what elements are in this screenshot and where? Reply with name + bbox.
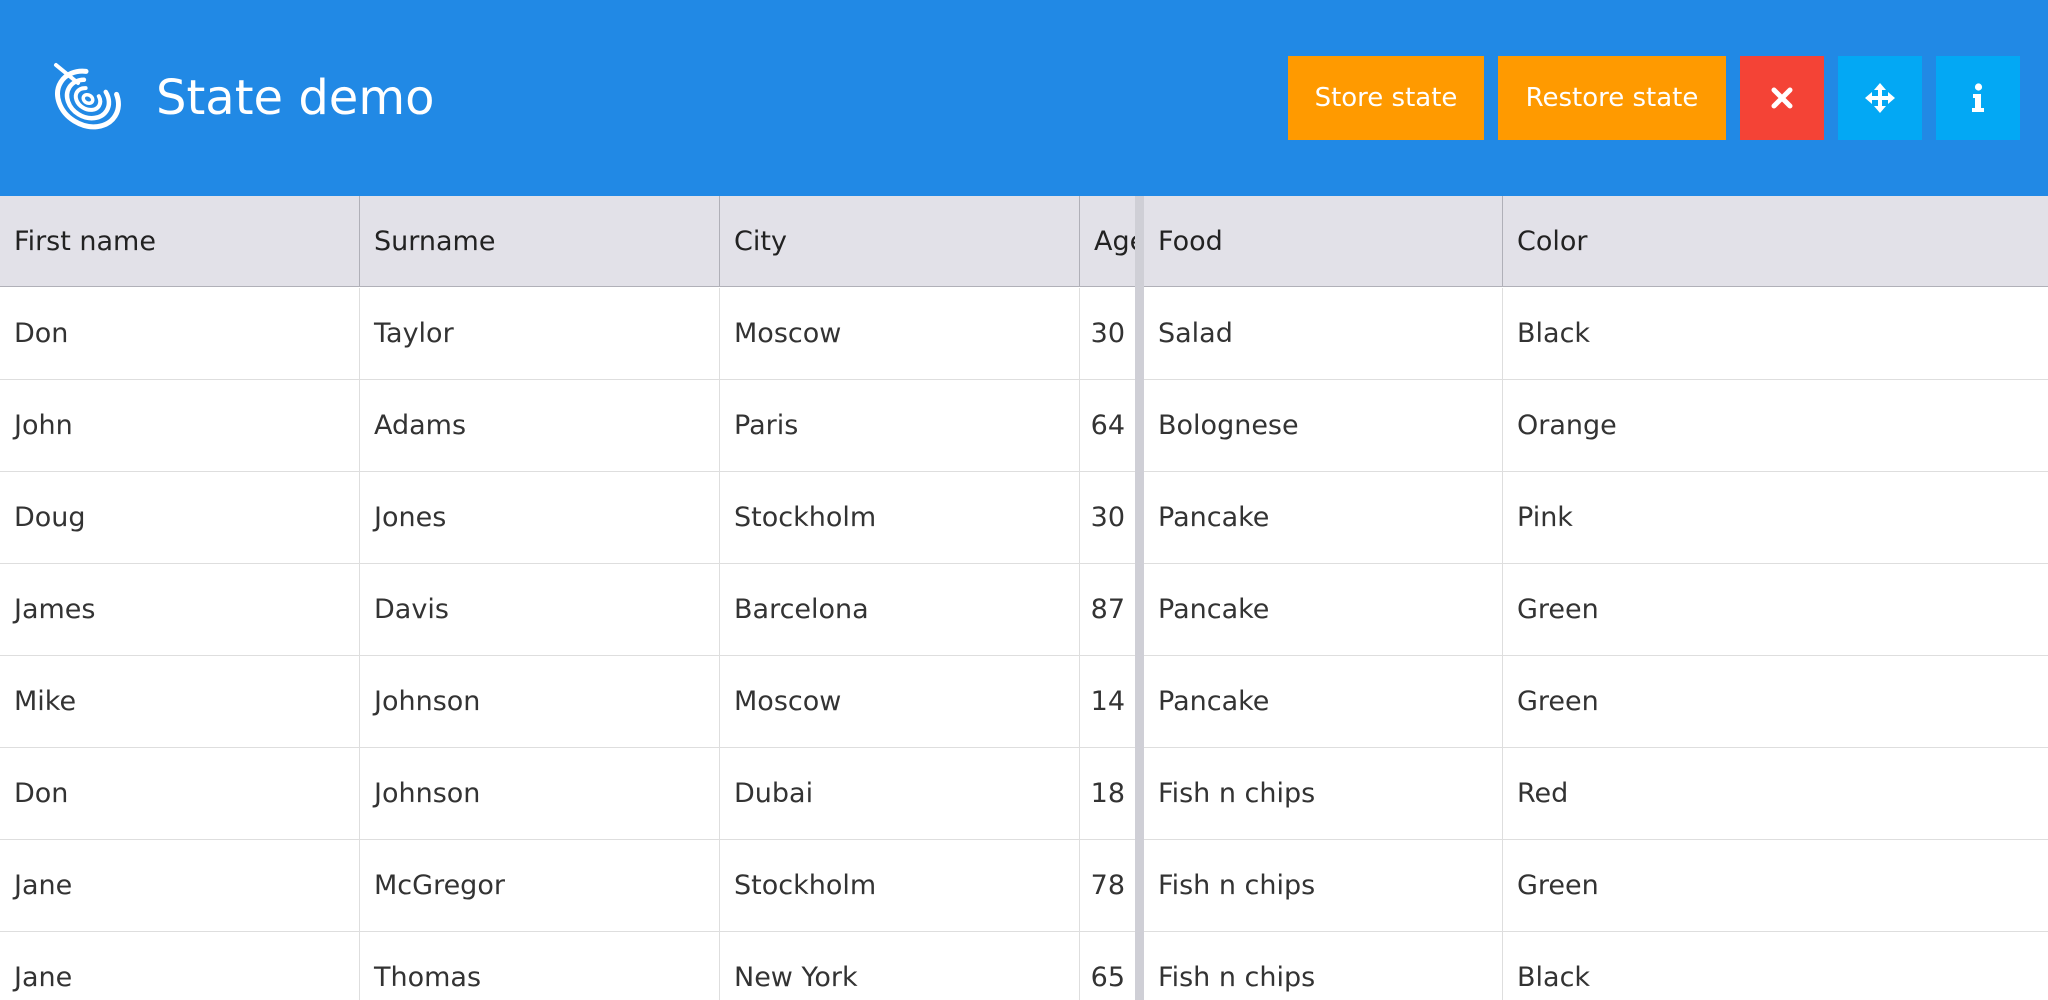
cell-food[interactable]: Pancake — [1144, 472, 1503, 563]
cell-food[interactable]: Fish n chips — [1144, 748, 1503, 839]
restore-state-button[interactable]: Restore state — [1498, 56, 1726, 140]
column-header-food[interactable]: Food — [1144, 196, 1503, 286]
cell-food[interactable]: Pancake — [1144, 564, 1503, 655]
cell-color[interactable]: Green — [1503, 564, 2048, 655]
column-header-first-name[interactable]: First name — [0, 196, 360, 286]
cell-city[interactable]: Stockholm — [720, 472, 1080, 563]
cell-surname[interactable]: Taylor — [360, 288, 720, 379]
cell-first-name[interactable]: John — [0, 380, 360, 471]
cell-first-name[interactable]: Don — [0, 748, 360, 839]
table-row[interactable]: James Davis Barcelona 87 Pancake Green — [0, 564, 2048, 656]
table-row[interactable]: John Adams Paris 64 Bolognese Orange — [0, 380, 2048, 472]
cell-age[interactable]: 30 — [1080, 288, 1135, 379]
frozen-column-divider[interactable] — [1135, 196, 1144, 1000]
store-state-button[interactable]: Store state — [1288, 56, 1484, 140]
cell-first-name[interactable]: Mike — [0, 656, 360, 747]
cell-city[interactable]: Dubai — [720, 748, 1080, 839]
cell-age[interactable]: 14 — [1080, 656, 1135, 747]
cell-city[interactable]: New York — [720, 932, 1080, 1000]
cell-food[interactable]: Fish n chips — [1144, 840, 1503, 931]
cell-color[interactable]: Red — [1503, 748, 2048, 839]
cell-food[interactable]: Salad — [1144, 288, 1503, 379]
spiral-logo-icon — [48, 57, 124, 133]
cell-age[interactable]: 65 — [1080, 932, 1135, 1000]
cell-first-name[interactable]: Jane — [0, 840, 360, 931]
cell-color[interactable]: Black — [1503, 288, 2048, 379]
cell-color[interactable]: Pink — [1503, 472, 2048, 563]
cell-age[interactable]: 18 — [1080, 748, 1135, 839]
grid-header: First name Surname City Age Food Color — [0, 196, 2048, 287]
cell-city[interactable]: Paris — [720, 380, 1080, 471]
reset-button[interactable] — [1740, 56, 1824, 140]
cell-surname[interactable]: McGregor — [360, 840, 720, 931]
column-header-city[interactable]: City — [720, 196, 1080, 286]
table-row[interactable]: Don Taylor Moscow 30 Salad Black — [0, 288, 2048, 380]
column-header-age[interactable]: Age — [1080, 196, 1135, 286]
cell-color[interactable]: Orange — [1503, 380, 2048, 471]
cell-surname[interactable]: Jones — [360, 472, 720, 563]
cell-first-name[interactable]: Don — [0, 288, 360, 379]
table-row[interactable]: Doug Jones Stockholm 30 Pancake Pink — [0, 472, 2048, 564]
info-button[interactable] — [1936, 56, 2020, 140]
table-row[interactable]: Jane McGregor Stockholm 78 Fish n chips Green — [0, 840, 2048, 932]
move-arrows-icon — [1865, 83, 1895, 113]
cell-color[interactable]: Green — [1503, 840, 2048, 931]
cell-surname[interactable]: Thomas — [360, 932, 720, 1000]
cell-color[interactable]: Black — [1503, 932, 2048, 1000]
cell-surname[interactable]: Johnson — [360, 748, 720, 839]
cell-age[interactable]: 30 — [1080, 472, 1135, 563]
move-button[interactable] — [1838, 56, 1922, 140]
cell-first-name[interactable]: Doug — [0, 472, 360, 563]
cell-food[interactable]: Bolognese — [1144, 380, 1503, 471]
cell-city[interactable]: Barcelona — [720, 564, 1080, 655]
cell-age[interactable]: 87 — [1080, 564, 1135, 655]
cell-surname[interactable]: Adams — [360, 380, 720, 471]
cell-age[interactable]: 78 — [1080, 840, 1135, 931]
column-header-surname[interactable]: Surname — [360, 196, 720, 286]
close-icon — [1771, 87, 1793, 109]
table-row[interactable]: Jane Thomas New York 65 Fish n chips Black — [0, 932, 2048, 1000]
cell-surname[interactable]: Johnson — [360, 656, 720, 747]
cell-first-name[interactable]: James — [0, 564, 360, 655]
data-grid: First name Surname City Age Food Color D… — [0, 196, 2048, 1000]
cell-color[interactable]: Green — [1503, 656, 2048, 747]
table-row[interactable]: Don Johnson Dubai 18 Fish n chips Red — [0, 748, 2048, 840]
cell-surname[interactable]: Davis — [360, 564, 720, 655]
app-header: State demo Store state Restore state — [0, 0, 2048, 196]
cell-city[interactable]: Moscow — [720, 656, 1080, 747]
cell-food[interactable]: Pancake — [1144, 656, 1503, 747]
table-row[interactable]: Mike Johnson Moscow 14 Pancake Green — [0, 656, 2048, 748]
column-header-color[interactable]: Color — [1503, 196, 2048, 286]
cell-city[interactable]: Moscow — [720, 288, 1080, 379]
cell-first-name[interactable]: Jane — [0, 932, 360, 1000]
cell-city[interactable]: Stockholm — [720, 840, 1080, 931]
page-title: State demo — [156, 70, 435, 126]
cell-food[interactable]: Fish n chips — [1144, 932, 1503, 1000]
info-icon — [1971, 83, 1985, 113]
cell-age[interactable]: 64 — [1080, 380, 1135, 471]
